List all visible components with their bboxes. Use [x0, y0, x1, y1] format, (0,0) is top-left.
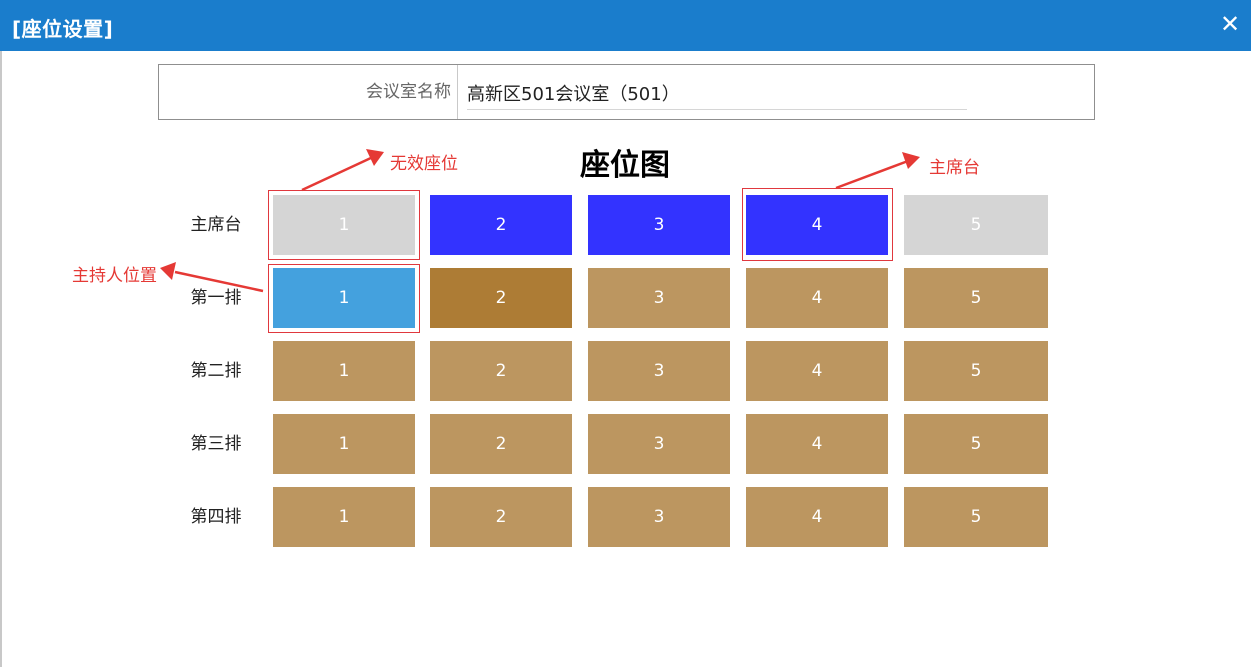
dialog-title-bar: [座位设置] ✕	[0, 0, 1251, 51]
annotation-frame-host-seat	[268, 264, 420, 333]
seat-row1-2[interactable]: 2	[430, 268, 572, 328]
annotation-invalid-seat: 无效座位	[390, 154, 458, 174]
row-label-3: 第三排	[190, 434, 242, 454]
close-icon[interactable]: ✕	[1219, 10, 1241, 38]
seat-row4-2[interactable]: 2	[430, 487, 572, 547]
seat-row1-4[interactable]: 4	[746, 268, 888, 328]
seat-row3-4[interactable]: 4	[746, 414, 888, 474]
seat-row4-1[interactable]: 1	[273, 487, 415, 547]
seat-chair-5[interactable]: 5	[904, 195, 1048, 255]
annotation-frame-chair-seat	[742, 188, 893, 261]
seat-row1-3[interactable]: 3	[588, 268, 730, 328]
annotation-frame-invalid-seat	[268, 190, 420, 260]
room-name-field[interactable]	[467, 77, 967, 110]
row-label-chair: 主席台	[190, 215, 242, 235]
seat-chair-2[interactable]: 2	[430, 195, 572, 255]
seat-row2-5[interactable]: 5	[904, 341, 1048, 401]
seat-row4-4[interactable]: 4	[746, 487, 888, 547]
row-label-1: 第一排	[190, 288, 242, 308]
row-label-4: 第四排	[190, 507, 242, 527]
seat-row2-4[interactable]: 4	[746, 341, 888, 401]
seat-row4-5[interactable]: 5	[904, 487, 1048, 547]
seat-row1-5[interactable]: 5	[904, 268, 1048, 328]
annotation-host-position: 主持人位置	[72, 266, 157, 286]
seat-row2-2[interactable]: 2	[430, 341, 572, 401]
seat-row2-1[interactable]: 1	[273, 341, 415, 401]
row-label-2: 第二排	[190, 361, 242, 381]
arrow-chair-table	[835, 152, 920, 190]
seat-row4-3[interactable]: 3	[588, 487, 730, 547]
seat-map-title: 座位图	[580, 148, 670, 183]
seat-row3-1[interactable]: 1	[273, 414, 415, 474]
dialog-left-border	[0, 51, 2, 667]
room-name-label: 会议室名称	[159, 65, 458, 119]
seat-chair-3[interactable]: 3	[588, 195, 730, 255]
arrow-invalid-seat	[301, 149, 384, 192]
dialog-title: [座位设置]	[12, 17, 114, 41]
seat-row3-5[interactable]: 5	[904, 414, 1048, 474]
seat-row3-3[interactable]: 3	[588, 414, 730, 474]
room-name-row: 会议室名称	[158, 64, 1095, 120]
seat-row3-2[interactable]: 2	[430, 414, 572, 474]
annotation-chair-table: 主席台	[929, 158, 980, 178]
seat-row2-3[interactable]: 3	[588, 341, 730, 401]
